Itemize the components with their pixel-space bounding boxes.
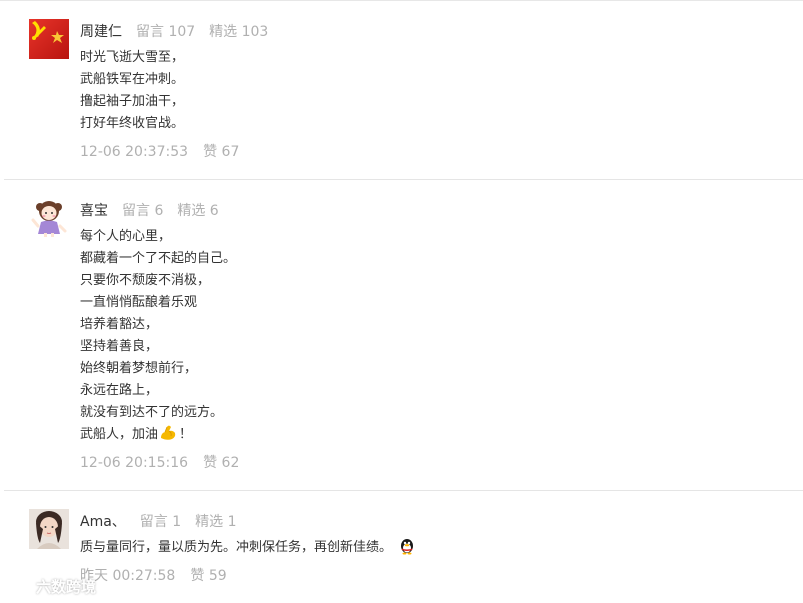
like-button[interactable]: 赞 62 xyxy=(203,455,239,471)
author-name[interactable]: Ama、 xyxy=(80,511,126,531)
comment-line: 每个人的心里， xyxy=(80,229,172,244)
featured-count: 精选 6 xyxy=(177,203,219,219)
watermark-text: 六数跨境 xyxy=(36,578,97,596)
comment-line: 培养着豁达， xyxy=(80,317,159,332)
watermark: 六数跨境 xyxy=(6,576,96,597)
top-divider xyxy=(0,0,803,1)
comment-line: 一直悄悄酝酿着乐观 xyxy=(80,295,198,310)
comment-meta: Ama、 留言 1 精选 1 xyxy=(80,511,237,531)
comment-footer: 12-06 20:15:16 赞 62 xyxy=(80,452,239,472)
author-name[interactable]: 周建仁 xyxy=(80,21,122,41)
comment-line: 就没有到达不了的远方。 xyxy=(80,405,224,420)
comment-line-text: 质与量同行，量以质为先。冲刺保任务，再创新佳绩。 xyxy=(80,540,393,555)
comment-line-text: 武船人，加油 xyxy=(80,427,159,442)
author-name[interactable]: 喜宝 xyxy=(80,200,108,220)
comment-time: 12-06 20:15:16 xyxy=(80,455,189,471)
featured-count: 精选 103 xyxy=(209,24,269,40)
comment-footer: 昨天 00:27:58 赞 59 xyxy=(80,565,227,585)
comment-line: 始终朝着梦想前行， xyxy=(80,361,198,376)
comment-line: 坚持着善良， xyxy=(80,339,159,354)
comment-line: 质与量同行，量以质为先。冲刺保任务，再创新佳绩。 xyxy=(80,537,416,559)
comment-body: 每个人的心里， 都藏着一个了不起的自己。 只要你不颓废不消极， 一直悄悄酝酿着乐… xyxy=(80,226,236,446)
comment-line: 武船人，加油 ！ xyxy=(80,424,236,446)
cartoon-girl-avatar-icon[interactable] xyxy=(29,198,69,238)
flexed-biceps-icon xyxy=(159,424,177,442)
like-button[interactable]: 赞 59 xyxy=(190,568,226,584)
message-count: 留言 1 xyxy=(139,514,182,530)
comment-body: 质与量同行，量以质为先。冲刺保任务，再创新佳绩。 xyxy=(80,537,416,559)
comment-meta: 周建仁 留言 107 精选 103 xyxy=(80,21,268,41)
red-flag-avatar-icon[interactable] xyxy=(29,19,69,59)
comment-line: 时光飞逝大雪至， xyxy=(80,50,185,65)
comment-meta: 喜宝 留言 6 精选 6 xyxy=(80,200,219,220)
message-count: 留言 6 xyxy=(122,203,164,219)
watermark-logo-icon xyxy=(6,577,32,597)
comment-time: 12-06 20:37:53 xyxy=(80,144,189,160)
message-count: 留言 107 xyxy=(136,24,196,40)
comment-divider xyxy=(4,179,803,180)
photo-avatar-icon[interactable] xyxy=(29,509,69,549)
comment-line: 武船铁军在冲刺。 xyxy=(80,72,185,87)
like-button[interactable]: 赞 67 xyxy=(203,144,239,160)
featured-count: 精选 1 xyxy=(195,514,237,530)
comment-line: 只要你不颓废不消极， xyxy=(80,273,211,288)
comment-line-text: ！ xyxy=(179,427,193,442)
comment-line: 永远在路上， xyxy=(80,383,159,398)
comment-line: 打好年终收官战。 xyxy=(80,116,185,131)
comment-body: 时光飞逝大雪至， 武船铁军在冲刺。 撸起袖子加油干， 打好年终收官战。 xyxy=(80,47,184,135)
comment-line: 撸起袖子加油干， xyxy=(80,94,185,109)
comment-divider xyxy=(4,490,803,491)
penguin-icon xyxy=(398,537,416,555)
comment-line: 都藏着一个了不起的自己。 xyxy=(80,251,237,266)
comment-footer: 12-06 20:37:53 赞 67 xyxy=(80,141,239,161)
